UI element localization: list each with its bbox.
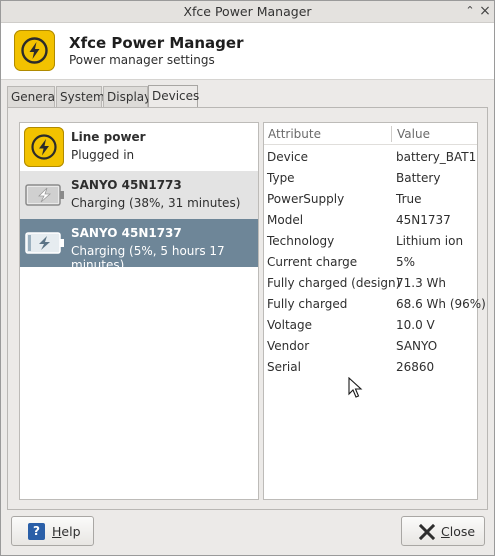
dialog-header: Xfce Power Manager Power manager setting… [1, 23, 494, 80]
line-power-icon [24, 127, 66, 167]
devices-page: Line power Plugged in SANYO 45N1773 Char… [7, 107, 488, 510]
table-row: Technology Lithium ion [264, 231, 477, 252]
attribute-name: Type [267, 171, 295, 185]
column-header-value[interactable]: Value [397, 127, 430, 141]
title-bar[interactable]: Xfce Power Manager ⌃ × [1, 1, 494, 23]
window-title: Xfce Power Manager [183, 4, 312, 19]
mouse-pointer-icon [348, 377, 363, 398]
attribute-value: Battery [396, 171, 441, 185]
attribute-value: 71.3 Wh [396, 276, 447, 290]
help-button-label: Help [52, 524, 81, 539]
device-status: Charging (5%, 5 hours 17 minutes) [71, 244, 225, 272]
table-row: Fully charged (design) 71.3 Wh [264, 273, 477, 294]
table-header: Attribute Value [264, 123, 477, 145]
column-divider[interactable] [391, 126, 392, 142]
attribute-name: Technology [267, 234, 335, 248]
close-button-label: Close [441, 524, 476, 539]
attribute-name: Fully charged (design) [267, 276, 401, 290]
shade-window-icon[interactable]: ⌃ [463, 4, 477, 18]
attribute-name: Serial [267, 360, 301, 374]
device-item-sanyo-45n1737[interactable]: SANYO 45N1737 Charging (5%, 5 hours 17 m… [20, 219, 258, 272]
device-item-line-power[interactable]: Line power Plugged in [20, 123, 258, 171]
tab-display[interactable]: Display [103, 86, 151, 107]
device-list[interactable]: Line power Plugged in SANYO 45N1773 Char… [19, 122, 259, 500]
table-row: Fully charged 68.6 Wh (96%) [264, 294, 486, 315]
power-manager-window: Xfce Power Manager ⌃ × Xfce Power Manage… [0, 0, 495, 556]
column-header-attribute[interactable]: Attribute [268, 127, 321, 141]
close-window-icon[interactable]: × [478, 4, 492, 18]
device-name: Line power [71, 130, 146, 144]
table-row: Model 45N1737 [264, 210, 477, 231]
table-row: Type Battery [264, 168, 477, 189]
attribute-name: Model [267, 213, 304, 227]
device-status: Charging (38%, 31 minutes) [71, 196, 241, 210]
attribute-name: PowerSupply [267, 192, 345, 206]
table-row: PowerSupply True [264, 189, 477, 210]
attribute-value: 5% [396, 255, 416, 269]
attribute-value: 26860 [396, 360, 435, 374]
attribute-value: True [396, 192, 422, 206]
attribute-name: Voltage [267, 318, 313, 332]
attribute-name: Vendor [267, 339, 310, 353]
help-icon: ? [28, 523, 45, 540]
tab-system[interactable]: System [56, 86, 105, 107]
table-row: Serial 26860 [264, 357, 477, 378]
close-icon [419, 524, 435, 540]
help-button[interactable]: ? Help [11, 516, 94, 546]
device-name: SANYO 45N1773 [71, 178, 182, 192]
battery-icon [24, 175, 66, 215]
table-row: Vendor SANYO [264, 336, 477, 357]
close-button[interactable]: Close [401, 516, 485, 546]
attribute-name: Fully charged [267, 297, 348, 311]
table-row: Voltage 10.0 V [264, 315, 477, 336]
table-row: Current charge 5% [264, 252, 477, 273]
attribute-value: SANYO [396, 339, 438, 353]
header-subtitle: Power manager settings [69, 53, 215, 67]
device-name: SANYO 45N1737 [71, 226, 182, 240]
lightning-bolt-icon [14, 30, 55, 71]
attribute-value: 45N1737 [396, 213, 451, 227]
device-item-sanyo-45n1773[interactable]: SANYO 45N1773 Charging (38%, 31 minutes) [20, 171, 258, 219]
attribute-value: Lithium ion [396, 234, 464, 248]
attribute-value: battery_BAT1 [396, 150, 477, 164]
header-title: Xfce Power Manager [69, 34, 244, 52]
attribute-name: Device [267, 150, 309, 164]
attribute-table[interactable]: Attribute Value Device battery_BAT1 Type… [263, 122, 486, 500]
tab-devices[interactable]: Devices [148, 85, 199, 108]
device-status: Plugged in [71, 148, 135, 162]
attribute-value: 68.6 Wh (96%) [396, 297, 486, 311]
attribute-value: 10.0 V [396, 318, 435, 332]
battery-icon [24, 223, 66, 263]
attribute-name: Current charge [267, 255, 358, 269]
tab-general[interactable]: General [7, 86, 58, 107]
table-row: Device battery_BAT1 [264, 147, 477, 168]
